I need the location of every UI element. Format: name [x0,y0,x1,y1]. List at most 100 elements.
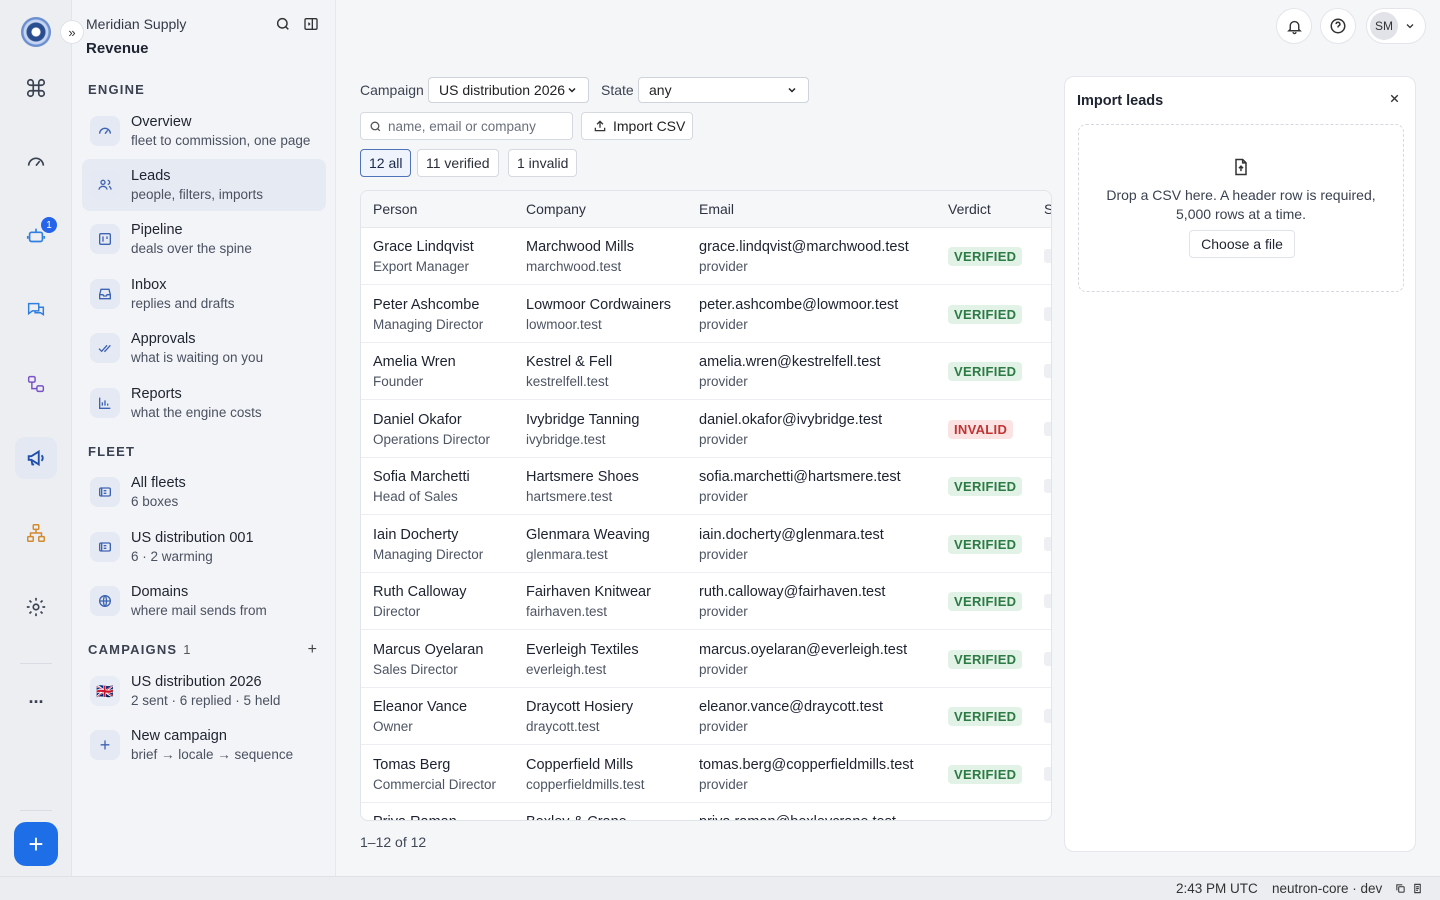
table-row[interactable]: Marcus Oyelaran Sales Director Everleigh T… [361,631,1051,688]
chevron-down-icon [1406,24,1414,29]
command-icon [26,78,46,98]
person-name[interactable]: Ruth Calloway [373,584,467,600]
app-logo[interactable] [21,17,51,47]
copy-icon[interactable] [1395,883,1406,894]
sidebar-item-label: Approvals [131,331,196,347]
notifications-button[interactable] [1276,8,1312,44]
person-name[interactable]: Marcus Oyelaran [373,642,483,658]
import-csv-button[interactable]: Import CSV [581,112,693,140]
person-name[interactable]: Peter Ashcombe [373,297,483,313]
add-campaign-button[interactable]: + [308,641,317,659]
company-domain: marchwood.test [526,259,622,274]
email-address: sofia.marchetti@hartsmere.test [699,469,901,485]
chip-verified[interactable]: 11 verified [417,149,499,177]
person-name[interactable]: Amelia Wren [373,354,456,370]
notification-badge: 1 [41,217,57,233]
table-row[interactable]: Iain Docherty Managing Director Glenmara W… [361,516,1051,573]
search-input[interactable] [388,118,558,134]
person-cell: Grace Lindqvist Export Manager [373,239,474,274]
table-row[interactable]: Amelia Wren Founder Kestrel & Fell kestrelf… [361,343,1051,400]
sidebar-item-leads[interactable]: Leads people, filters, imports [82,159,326,211]
company-domain: everleigh.test [526,661,607,677]
email-source: provider [699,604,748,619]
column-s[interactable]: S [1044,201,1051,217]
expand-sidebar-button[interactable]: » [60,20,84,44]
sidebar-item-approvals[interactable]: Approvals what is waiting on you [82,322,326,374]
rail-dashboard-button[interactable] [15,141,57,183]
person-name[interactable]: Eleanor Vance [373,699,467,715]
rail-workflow-button[interactable] [15,363,57,405]
person-name[interactable]: Iain Docherty [373,527,483,543]
company-cell: Hartsmere Shoes hartsmere.test [526,469,639,504]
company-cell: Marchwood Mills marchwood.test [526,239,634,274]
sidebar-item-us-distribution-001[interactable]: US distribution 001 6 · 2 warming [82,521,326,573]
status-bar: 2:43 PM UTC neutron-core · dev [0,876,1440,900]
person-name[interactable]: Tomas Berg [373,757,496,773]
collapse-sidebar-button[interactable] [303,16,319,32]
table-row[interactable]: Ruth Calloway Director Fairhaven Knitwear f… [361,573,1051,630]
table-row[interactable]: Sofia Marchetti Head of Sales Hartsmere Sh… [361,458,1051,515]
sidebar-item-campaign-us-distribution-2026[interactable]: 🇬🇧 US distribution 2026 2 sent · 6 replie… [82,665,326,717]
chip-all[interactable]: 12 all [360,149,412,177]
status-stub [1044,709,1051,723]
sidebar-item-new-campaign[interactable]: + New campaign brief → locale → sequence [82,719,326,771]
double-check-icon [90,333,120,363]
sidebar-item-label: Leads [131,168,171,184]
create-button[interactable]: + [14,822,58,866]
search-button[interactable] [275,16,291,32]
campaign-select[interactable]: US distribution 2026 [428,77,589,103]
person-name[interactable]: Grace Lindqvist [373,239,474,255]
sidebar-item-all-fleets[interactable]: All fleets 6 boxes [82,466,326,518]
column-email[interactable]: Email [699,201,734,217]
person-title: Sales Director [373,661,458,677]
rail-more-button[interactable]: ··· [15,681,57,723]
table-row[interactable]: Priya Raman Bexley & Crane priya.raman@bex… [361,803,1051,820]
chip-invalid[interactable]: 1 invalid [508,149,578,177]
csv-dropzone[interactable]: Drop a CSV here. A header row is require… [1078,124,1404,292]
company-name: Fairhaven Knitwear [526,584,651,600]
org-name[interactable]: Meridian Supply [86,16,186,32]
rail-divider-bottom [20,810,52,811]
column-verdict[interactable]: Verdict [948,201,991,217]
rail-org-button[interactable] [15,512,57,554]
rail-campaigns-button[interactable] [15,437,57,479]
rail-messages-button[interactable] [15,289,57,331]
table-row[interactable]: Peter Ashcombe Managing Director Lowmoor C… [361,286,1051,343]
document-icon[interactable] [1412,883,1423,894]
close-icon [1390,94,1399,103]
state-select[interactable]: any [638,77,809,103]
lead-search[interactable] [360,112,573,140]
email-address: peter.ashcombe@lowmoor.test [699,296,899,313]
rail-settings-button[interactable] [15,586,57,628]
pagination-summary: 1–12 of 12 [360,834,427,850]
email-address: iain.docherty@glenmara.test [699,526,884,543]
sidebar-item-domains[interactable]: Domains where mail sends from [82,575,326,627]
table-row[interactable]: Eleanor Vance Owner Draycott Hosiery drayco… [361,688,1051,745]
email-address: grace.lindqvist@marchwood.test [699,239,909,255]
column-person[interactable]: Person [373,201,417,217]
help-button[interactable] [1320,8,1356,44]
user-menu[interactable]: SM [1366,8,1426,44]
company-cell: Glenmara Weaving glenmara.test [526,527,650,562]
person-title: Owner [373,719,413,734]
person-name[interactable]: Daniel Okafor [373,412,490,428]
rail-bots-button[interactable]: 1 [15,215,57,257]
column-company[interactable]: Company [526,201,586,217]
person-name[interactable]: Priya Raman [373,814,457,820]
sidebar-item-inbox[interactable]: Inbox replies and drafts [82,268,326,320]
table-row[interactable]: Tomas Berg Commercial Director Copperfield… [361,746,1051,803]
dropzone-text: Drop a CSV here. A header row is require… [1106,187,1376,222]
company-domain: draycott.test [526,719,600,734]
sidebar-item-pipeline[interactable]: Pipeline deals over the spine [82,213,326,265]
choose-file-button[interactable]: Choose a file [1189,230,1295,258]
campaign-select-value: US distribution 2026 [439,82,566,98]
table-row[interactable]: Daniel Okafor Operations Director Ivybridg… [361,401,1051,458]
hierarchy-icon [27,524,45,542]
table-row[interactable]: Grace Lindqvist Export Manager Marchwood M… [361,228,1051,285]
person-name[interactable]: Sofia Marchetti [373,469,470,485]
company-cell: Bexley & Crane [526,814,627,820]
rail-command-button[interactable] [15,67,57,109]
sidebar-item-reports[interactable]: Reports what the engine costs [82,377,326,429]
sidebar-item-overview[interactable]: Overview fleet to commission, one page [82,105,326,157]
close-panel-button[interactable] [1388,92,1401,105]
